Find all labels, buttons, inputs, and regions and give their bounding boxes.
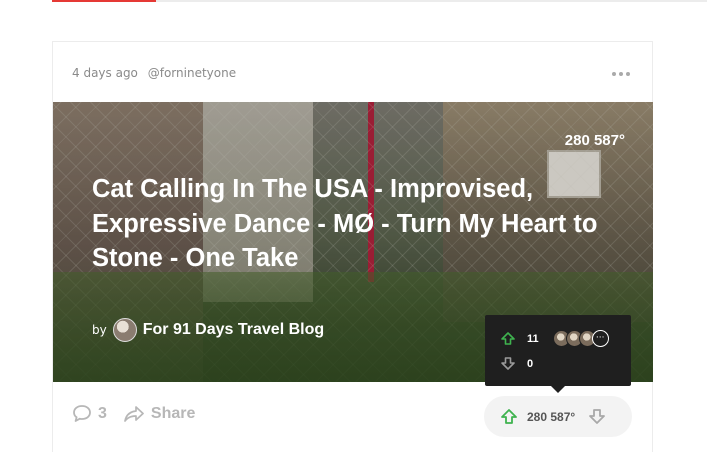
post-points: 280 587° [564, 132, 625, 149]
downvote-count: 0 [527, 357, 534, 370]
arrow-down-icon [589, 409, 606, 424]
byline-by-label: by [92, 323, 107, 337]
upvotes-row: 11 ··· [501, 330, 609, 347]
comments-count: 3 [98, 404, 107, 422]
upvote-button[interactable] [501, 409, 517, 424]
vote-score: 280 587° [527, 409, 576, 424]
post-time[interactable]: 4 days ago [72, 66, 138, 80]
post-author[interactable]: @forninetyone [148, 66, 236, 80]
active-tab-indicator [52, 0, 156, 2]
share-button[interactable]: Share [123, 405, 195, 423]
source-name[interactable]: For 91 Days Travel Blog [143, 321, 324, 339]
share-arrow-icon [124, 405, 144, 422]
source-avatar[interactable] [112, 318, 137, 342]
post-byline: by For 91 Days Travel Blog [92, 318, 324, 342]
arrow-down-icon [501, 357, 515, 370]
post-title[interactable]: Cat Calling In The USA - Improvised, Exp… [92, 172, 632, 276]
downvote-button[interactable] [589, 409, 606, 424]
tab-indicator-rule [52, 0, 707, 2]
comments-button[interactable]: 3 [72, 404, 107, 423]
vote-control: 280 587° [484, 396, 632, 437]
arrow-up-icon [501, 332, 515, 345]
arrow-up-icon [501, 409, 517, 424]
comment-bubble-icon [73, 405, 91, 422]
share-label: Share [150, 404, 196, 422]
post-footer: 3 Share [72, 404, 195, 423]
post-meta: 4 days ago @forninetyone [72, 66, 236, 80]
vote-tooltip: 11 ··· 0 [485, 315, 631, 393]
voter-avatars: ··· [552, 330, 609, 347]
upvote-count: 11 [527, 332, 539, 345]
more-voters-icon[interactable]: ··· [591, 330, 609, 347]
downvotes-row: 0 [501, 357, 533, 370]
more-dots-icon[interactable] [612, 72, 630, 76]
